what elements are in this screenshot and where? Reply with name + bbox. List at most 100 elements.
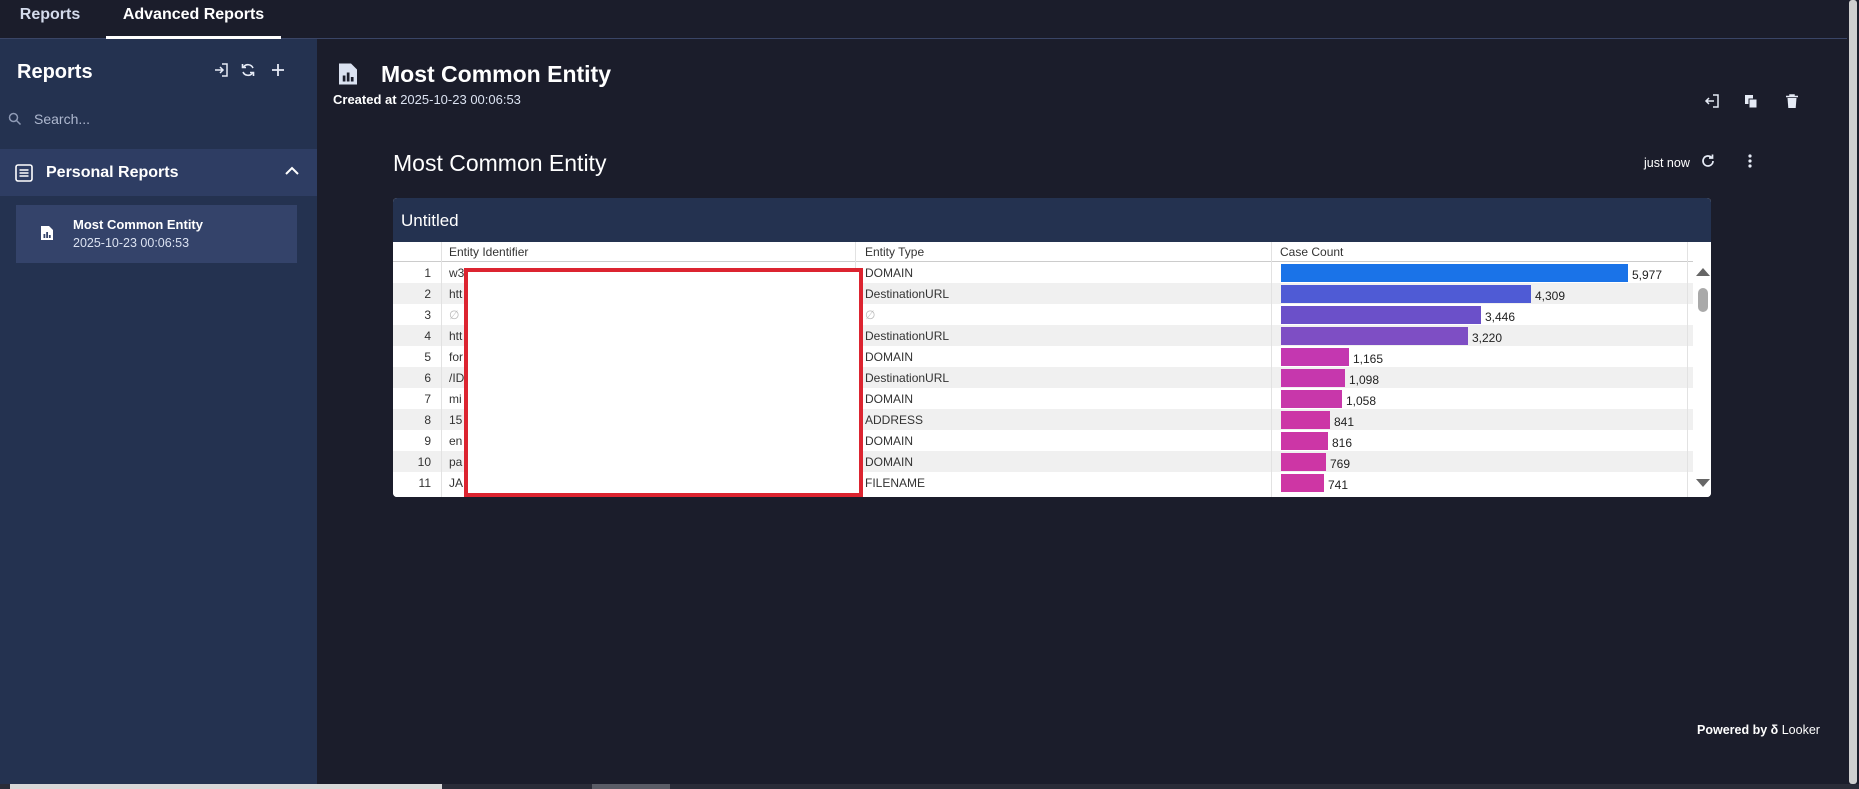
powered-by-label: Powered by (1697, 723, 1768, 737)
case-count-value: 4,309 (1535, 289, 1566, 303)
export-icon (1704, 94, 1719, 108)
case-count-bar (1281, 432, 1328, 450)
case-count-bar (1281, 369, 1345, 387)
row-number: 8 (424, 413, 431, 427)
entity-type-cell: ∅ (865, 308, 876, 322)
entity-identifier-cell: ∅ (449, 308, 460, 322)
tile-header: Untitled (393, 198, 1711, 242)
powered-by: Powered by δ Looker (1697, 723, 1820, 737)
entity-type-cell: DOMAIN (865, 266, 913, 280)
case-count-bar (1281, 453, 1326, 471)
column-header-case-count[interactable]: Case Count (1280, 245, 1343, 259)
more-options-icon[interactable] (1742, 153, 1758, 169)
column-header-entity-type[interactable]: Entity Type (865, 245, 924, 259)
table-header: Entity Identifier Entity Type Case Count (393, 242, 1693, 262)
tab-reports[interactable]: Reports (0, 0, 100, 39)
sidebar-item-name: Most Common Entity (73, 217, 203, 232)
scroll-down-icon[interactable] (1696, 479, 1710, 487)
sidebar-search (0, 103, 317, 135)
row-number: 9 (424, 434, 431, 448)
page-horizontal-scrollbar[interactable] (0, 784, 1859, 789)
row-number: 1 (424, 266, 431, 280)
entity-identifier-cell: JA (449, 476, 464, 490)
case-count-value: 3,220 (1472, 331, 1503, 345)
entity-type-cell: DOMAIN (865, 350, 913, 364)
search-input[interactable] (34, 111, 284, 127)
table-scrollbar[interactable] (1693, 242, 1711, 497)
tab-advanced-reports[interactable]: Advanced Reports (106, 0, 281, 39)
entity-type-cell: DOMAIN (865, 392, 913, 406)
import-icon[interactable] (210, 59, 232, 81)
row-number: 10 (417, 455, 431, 469)
case-count-bar (1281, 411, 1330, 429)
scroll-thumb[interactable] (1698, 288, 1708, 312)
section-label: Personal Reports (46, 163, 179, 181)
sidebar: Reports Personal Reports Most Common Ent… (0, 39, 317, 789)
row-number: 5 (424, 350, 431, 364)
entity-identifier-cell: w3 (449, 266, 465, 280)
page-vertical-scrollbar[interactable] (1847, 0, 1859, 784)
row-number: 6 (424, 371, 431, 385)
case-count-bar (1281, 285, 1531, 303)
entity-type-cell: DOMAIN (865, 434, 913, 448)
case-count-bar (1281, 390, 1342, 408)
top-tab-bar: Reports Advanced Reports (0, 0, 1859, 39)
search-icon (8, 112, 22, 126)
copy-icon (1745, 95, 1758, 109)
created-value: 2025-10-23 00:06:53 (400, 92, 521, 107)
row-number: 3 (424, 308, 431, 322)
entity-identifier-cell: htt (449, 287, 463, 301)
entity-type-cell: DOMAIN (865, 455, 913, 469)
brand-name: Looker (1781, 723, 1820, 737)
entity-identifier-cell: for (449, 350, 464, 364)
entity-identifier-cell: 15 (449, 413, 463, 427)
redaction-box (464, 268, 863, 497)
case-count-value: 769 (1330, 457, 1351, 471)
case-count-bar (1281, 474, 1324, 492)
dashboard-title: Most Common Entity (393, 150, 607, 176)
case-count-value: 841 (1334, 415, 1355, 429)
entity-identifier-cell: /ID (449, 371, 465, 385)
column-header-entity-identifier[interactable]: Entity Identifier (449, 245, 528, 259)
chevron-up-icon[interactable] (283, 162, 301, 180)
case-count-value: 5,977 (1632, 268, 1663, 282)
duplicate-button[interactable] (1740, 90, 1762, 112)
case-count-bar (1281, 264, 1628, 282)
created-label: Created at (333, 92, 397, 107)
looker-logo-icon: δ (1770, 723, 1779, 737)
report-list-icon (15, 163, 33, 182)
scroll-up-icon[interactable] (1696, 268, 1710, 276)
row-number: 7 (424, 392, 431, 406)
last-updated: just now (1644, 156, 1690, 170)
entity-identifier-cell: pa (449, 455, 463, 469)
row-number: 2 (424, 287, 431, 301)
entity-identifier-cell: en (449, 434, 463, 448)
sidebar-item-most-common-entity[interactable]: Most Common Entity 2025-10-23 00:06:53 (16, 205, 297, 263)
case-count-value: 1,098 (1349, 373, 1380, 387)
page-hscroll-thumb[interactable] (10, 784, 442, 789)
case-count-bar (1281, 306, 1481, 324)
page-scroll-thumb[interactable] (1849, 0, 1857, 784)
case-count-bar (1281, 327, 1468, 345)
column-divider (1687, 242, 1688, 497)
case-count-value: 816 (1332, 436, 1353, 450)
refresh-icon[interactable] (237, 59, 259, 81)
sidebar-item-date: 2025-10-23 00:06:53 (73, 236, 190, 250)
page-title: Most Common Entity (381, 61, 611, 87)
delete-button[interactable] (1781, 90, 1803, 112)
entity-identifier-cell: mi (449, 392, 462, 406)
row-number: 4 (424, 329, 431, 343)
report-chart-icon (41, 226, 53, 240)
add-icon[interactable] (267, 59, 289, 81)
entity-identifier-cell: htt (449, 329, 463, 343)
entity-type-cell: FILENAME (865, 476, 926, 490)
entity-type-cell: DestinationURL (865, 287, 950, 301)
export-button[interactable] (1701, 90, 1723, 112)
row-number: 11 (418, 476, 431, 490)
created-at: Created at 2025-10-23 00:06:53 (333, 92, 521, 107)
page-hscroll-segment (592, 784, 670, 789)
column-divider (1271, 242, 1272, 497)
personal-reports-section[interactable]: Personal Reports (0, 149, 317, 196)
refresh-icon[interactable] (1700, 153, 1716, 169)
tile-title: Untitled (401, 211, 459, 230)
